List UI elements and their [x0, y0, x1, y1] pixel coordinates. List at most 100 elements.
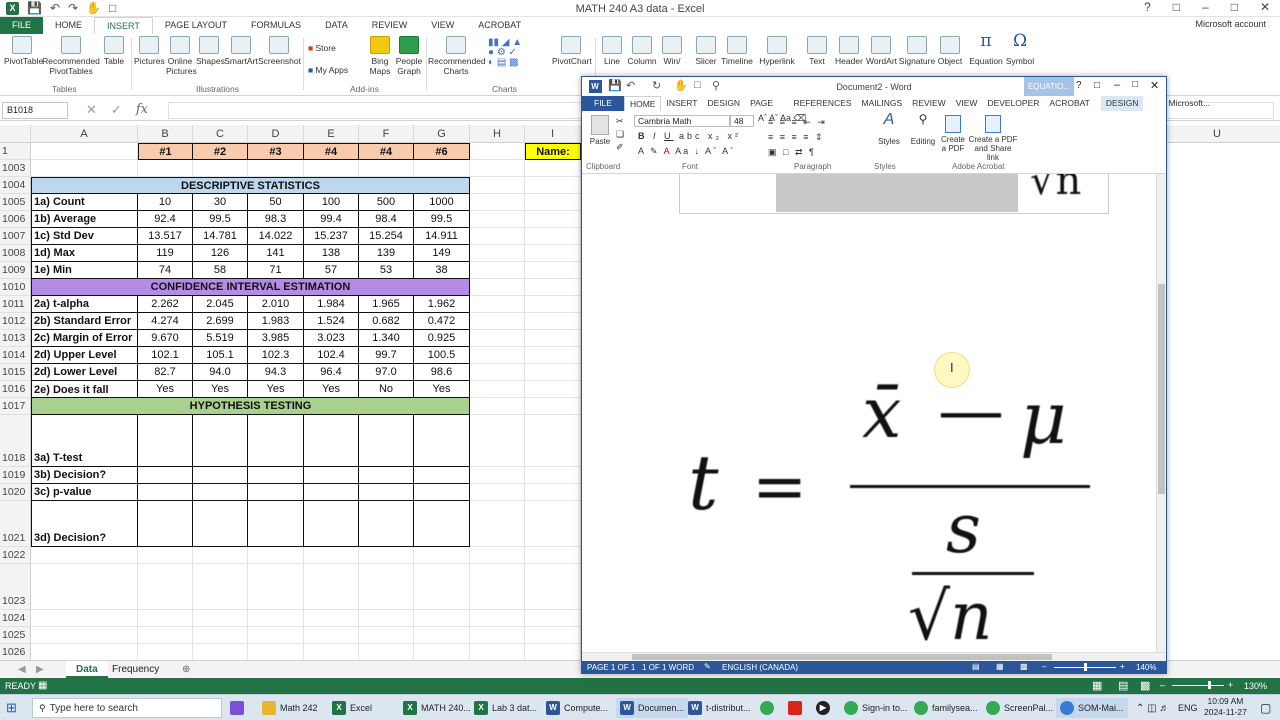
value-cell[interactable]: 0.925 [414, 330, 470, 347]
value-cell[interactable]: 99.5 [414, 211, 470, 228]
cell[interactable] [470, 547, 525, 564]
header-sample-1[interactable]: #1 [138, 143, 193, 160]
cell[interactable] [525, 501, 581, 547]
vertical-scroll-thumb[interactable] [1158, 284, 1165, 494]
value-cell[interactable]: 2.262 [138, 296, 193, 313]
col-header-e[interactable]: E [304, 125, 359, 143]
word-tab-equation-design[interactable]: DESIGN [1100, 96, 1144, 111]
value-cell[interactable]: 14.911 [414, 228, 470, 245]
signature-line-button[interactable]: Signature [898, 36, 936, 66]
cell[interactable] [304, 627, 359, 644]
taskbar-acrobat[interactable] [788, 698, 802, 718]
row-label[interactable]: 2e) Does it fall within the interval? [31, 381, 138, 398]
row-header[interactable]: 1005 [0, 194, 31, 211]
value-cell[interactable]: 138 [304, 245, 359, 262]
row-header[interactable]: 1003 [0, 160, 31, 177]
cell[interactable] [31, 160, 138, 177]
word-tab-references[interactable]: REFERENCES [788, 96, 856, 111]
cell[interactable] [525, 381, 581, 398]
cell[interactable] [525, 547, 581, 564]
row-label[interactable]: 2d) Lower Level [31, 364, 138, 381]
header-sample-6[interactable]: #6 [414, 143, 470, 160]
pivottable-button[interactable]: PivotTable [4, 36, 43, 66]
paste-button[interactable]: Paste [586, 115, 614, 146]
row-label[interactable]: 2b) Standard Error [31, 313, 138, 330]
cell[interactable] [470, 398, 525, 415]
value-cell[interactable]: 100 [304, 194, 359, 211]
row-header[interactable]: 1006 [0, 211, 31, 228]
row-header[interactable]: 1021 [0, 501, 31, 547]
cell[interactable] [414, 644, 470, 660]
cell[interactable] [525, 364, 581, 381]
cell[interactable] [31, 143, 138, 160]
row-label[interactable]: 3a) T-test [31, 415, 138, 467]
cell[interactable] [470, 262, 525, 279]
cell[interactable] [248, 610, 304, 627]
col-header-h[interactable]: H [470, 125, 525, 143]
taskbar-item-9[interactable]: ScreenPal... [986, 698, 1053, 718]
editing-button[interactable]: ⚲ Editing [908, 113, 938, 146]
row-label[interactable]: 1b) Average [31, 211, 138, 228]
cell[interactable] [414, 160, 470, 177]
table-button[interactable]: Table [102, 36, 126, 66]
row-label[interactable]: 3d) Decision? [31, 501, 138, 547]
tab-formulas[interactable]: FORMULAS [239, 17, 313, 34]
cell[interactable] [525, 194, 581, 211]
cell[interactable] [414, 547, 470, 564]
zoom-level[interactable]: 130% [1244, 681, 1267, 691]
word-tab-page-layout[interactable]: PAGE LAYOUT [745, 96, 788, 123]
cell[interactable] [525, 610, 581, 627]
empty-answer-cell[interactable] [138, 467, 193, 484]
cell[interactable] [470, 627, 525, 644]
page-count[interactable]: PAGE 1 OF 1 [587, 663, 635, 672]
system-tray-icons[interactable]: ⌃ ◫ ♬ [1136, 698, 1169, 718]
value-cell[interactable]: 102.3 [248, 347, 304, 364]
row-label[interactable]: 2d) Upper Level [31, 347, 138, 364]
value-cell[interactable]: 14.781 [193, 228, 248, 245]
word-tab-insert[interactable]: INSERT [661, 96, 702, 111]
cancel-entry-icon[interactable]: ✕ [86, 102, 97, 118]
cell[interactable] [138, 547, 193, 564]
cell[interactable] [31, 644, 138, 660]
value-cell[interactable]: 50 [248, 194, 304, 211]
tab-data[interactable]: DATA [313, 17, 360, 34]
value-cell[interactable]: 9.670 [138, 330, 193, 347]
value-cell[interactable]: 98.3 [248, 211, 304, 228]
document-area[interactable]: √n t = x̄ — μ s √n I [582, 174, 1166, 652]
cell[interactable] [138, 644, 193, 660]
empty-answer-cell[interactable] [138, 415, 193, 467]
header-sample-5[interactable]: #4 [359, 143, 414, 160]
col-header-i[interactable]: I [525, 125, 581, 143]
read-mode-icon[interactable]: ▤ [972, 662, 980, 671]
cell[interactable] [248, 644, 304, 660]
minimize-icon[interactable]: – [1114, 79, 1120, 91]
cell[interactable] [193, 547, 248, 564]
font-name-dropdown[interactable]: Cambria Math [634, 115, 730, 127]
cell[interactable] [248, 160, 304, 177]
cell[interactable] [525, 177, 581, 194]
tab-acrobat[interactable]: ACROBAT [466, 17, 533, 34]
microsoft-account[interactable]: Microsoft account [1195, 19, 1266, 29]
zoom-in-icon[interactable]: + [1120, 662, 1125, 671]
cell[interactable] [359, 610, 414, 627]
select-all-corner[interactable] [0, 125, 31, 143]
word-tab-developer[interactable]: DEVELOPER [982, 96, 1044, 111]
row-header[interactable]: 1008 [0, 245, 31, 262]
row-header[interactable]: 1016 [0, 381, 31, 398]
cell[interactable] [525, 467, 581, 484]
empty-answer-cell[interactable] [248, 484, 304, 501]
col-header-c[interactable]: C [193, 125, 248, 143]
cell[interactable] [470, 610, 525, 627]
value-cell[interactable]: 4.274 [138, 313, 193, 330]
cell[interactable] [470, 177, 525, 194]
cell[interactable] [31, 564, 138, 610]
online-pictures-button[interactable]: Online Pictures [166, 36, 197, 76]
value-cell[interactable]: 1.962 [414, 296, 470, 313]
tab-home[interactable]: HOME [43, 17, 94, 34]
empty-answer-cell[interactable] [193, 415, 248, 467]
value-cell[interactable]: No [359, 381, 414, 398]
taskbar-media[interactable]: ▶ [816, 698, 830, 718]
value-cell[interactable]: 100.5 [414, 347, 470, 364]
word-tab-home[interactable]: HOME [623, 96, 662, 111]
close-icon[interactable]: ✕ [1150, 79, 1159, 92]
